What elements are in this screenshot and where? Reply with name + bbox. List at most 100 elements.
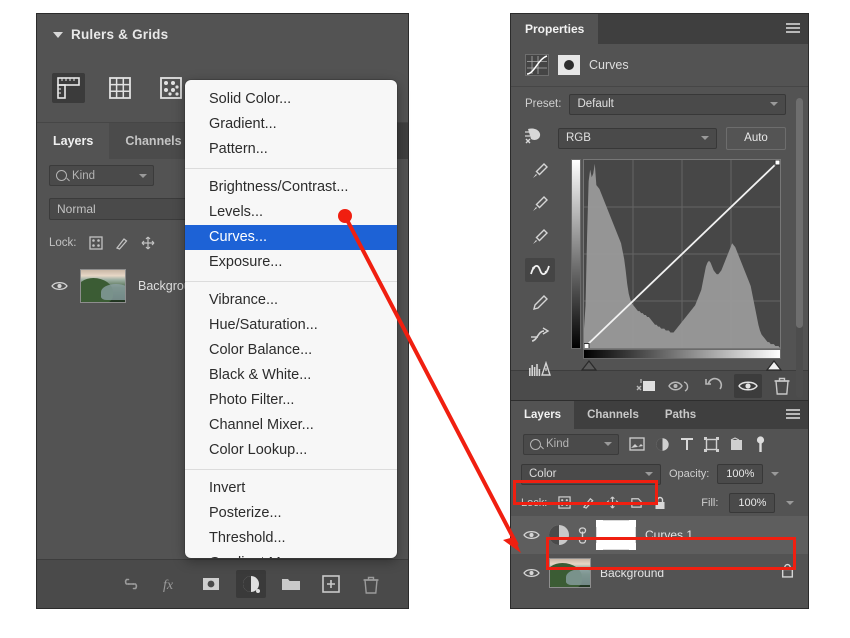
new-adjustment-layer-icon[interactable] (236, 570, 266, 598)
filter-adjustment-icon[interactable] (655, 437, 670, 452)
filter-type-icon[interactable] (680, 437, 694, 451)
curves-graph[interactable] (583, 159, 781, 349)
reset-icon[interactable] (700, 374, 728, 398)
filter-smart-object-icon[interactable] (729, 436, 744, 452)
menu-item-threshold[interactable]: Threshold... (185, 526, 397, 551)
smooth-curve-tool-icon[interactable] (525, 324, 555, 348)
layers-blend-mode-select[interactable]: Color (521, 463, 661, 485)
properties-scrollbar[interactable] (796, 98, 803, 398)
left-kind-filter[interactable]: Kind (49, 165, 154, 186)
link-layers-icon[interactable] (116, 570, 146, 598)
menu-item-posterize[interactable]: Posterize... (185, 501, 397, 526)
table-row[interactable]: Background (511, 554, 808, 592)
transparency-grid-tool-icon[interactable] (154, 73, 187, 103)
curve-point-tool-icon[interactable] (525, 258, 555, 282)
layers-lock-row: Lock: Fill: 100% (511, 489, 808, 516)
layer-thumbnail[interactable] (549, 558, 591, 588)
tab-layers[interactable]: Layers (37, 123, 110, 159)
layer-thumbnail (80, 269, 126, 303)
lock-image-pixels-icon[interactable] (115, 236, 129, 250)
menu-item-color-lookup[interactable]: Color Lookup... (185, 438, 397, 463)
adjustment-layer-context-menu[interactable]: Solid Color... Gradient... Pattern... Br… (185, 80, 397, 558)
grid-tool-icon[interactable] (103, 73, 136, 103)
eye-icon[interactable] (51, 280, 68, 292)
tab-layers[interactable]: Layers (511, 401, 575, 429)
menu-item-invert[interactable]: Invert (185, 476, 397, 501)
chevron-down-icon[interactable] (771, 472, 780, 476)
opacity-value[interactable]: 100% (717, 464, 764, 484)
chevron-down-icon[interactable] (604, 442, 612, 446)
preset-select[interactable]: Default (569, 93, 786, 115)
delete-layer-trash-icon[interactable] (356, 570, 386, 598)
menu-item-solid-color[interactable]: Solid Color... (185, 87, 397, 112)
white-point-slider[interactable] (765, 358, 783, 376)
layer-mask-thumbnail[interactable] (596, 520, 636, 550)
output-gradient-bar (571, 159, 581, 349)
panel-menu-icon[interactable] (786, 23, 800, 34)
on-image-adjustment-icon[interactable] (523, 125, 549, 152)
pencil-tool-icon[interactable] (525, 291, 555, 315)
menu-item-hue-saturation[interactable]: Hue/Saturation... (185, 313, 397, 338)
new-layer-plus-icon[interactable] (316, 570, 346, 598)
link-mask-icon[interactable] (578, 526, 587, 544)
ruler-tool-icon[interactable] (52, 73, 85, 103)
menu-item-channel-mixer[interactable]: Channel Mixer... (185, 413, 397, 438)
rulers-and-grids-header[interactable]: Rulers & Grids (37, 14, 408, 54)
menu-item-gradient-map[interactable]: Gradient Map... (185, 551, 397, 558)
delete-adjustment-trash-icon[interactable] (768, 374, 796, 398)
sample-image-eyedropper-icon[interactable] (525, 159, 555, 183)
toggle-visibility-icon[interactable] (734, 373, 762, 398)
menu-item-vibrance[interactable]: Vibrance... (185, 288, 397, 313)
chevron-down-icon[interactable] (645, 472, 653, 476)
gray-point-eyedropper-icon[interactable] (525, 225, 555, 249)
menu-item-photo-filter[interactable]: Photo Filter... (185, 388, 397, 413)
clip-to-layer-icon[interactable] (632, 374, 660, 398)
lock-all-icon[interactable] (654, 496, 666, 510)
tab-paths[interactable]: Paths (652, 401, 709, 429)
histogram-options-icon[interactable] (525, 357, 555, 381)
menu-item-black-and-white[interactable]: Black & White... (185, 363, 397, 388)
auto-button[interactable]: Auto (726, 126, 786, 150)
eye-icon[interactable] (523, 529, 540, 541)
eye-icon[interactable] (523, 567, 540, 579)
menu-item-color-balance[interactable]: Color Balance... (185, 338, 397, 363)
channel-select[interactable]: RGB (558, 127, 717, 149)
menu-item-exposure[interactable]: Exposure... (185, 250, 397, 275)
lock-transparent-pixels-icon[interactable] (558, 496, 571, 509)
channel-value: RGB (566, 132, 591, 144)
menu-item-pattern[interactable]: Pattern... (185, 137, 397, 162)
chevron-down-icon[interactable] (701, 136, 709, 140)
chevron-down-icon[interactable] (139, 173, 147, 178)
black-point-slider[interactable] (580, 358, 598, 376)
chevron-down-icon[interactable] (53, 32, 63, 38)
menu-item-gradient[interactable]: Gradient... (185, 112, 397, 137)
layers-kind-filter[interactable]: Kind (523, 433, 619, 455)
tab-properties[interactable]: Properties (511, 14, 599, 44)
view-previous-state-icon[interactable] (666, 374, 694, 398)
toggle-filter-icon[interactable] (754, 435, 767, 453)
photoshop-screenshot: Rulers & Grids Layers Channels Kind Norm… (0, 0, 850, 638)
lock-transparent-pixels-icon[interactable] (88, 236, 103, 250)
lock-artboard-icon[interactable] (630, 496, 643, 509)
tab-channels[interactable]: Channels (574, 401, 652, 429)
chevron-down-icon[interactable] (786, 500, 795, 505)
panel-menu-icon[interactable] (786, 409, 800, 420)
lock-image-pixels-icon[interactable] (582, 496, 595, 509)
scrollbar-thumb[interactable] (796, 98, 803, 328)
chevron-down-icon[interactable] (770, 102, 778, 106)
black-point-eyedropper-icon[interactable] (525, 192, 555, 216)
filter-shape-icon[interactable] (704, 436, 719, 452)
menu-item-curves[interactable]: Curves... (185, 225, 397, 250)
layer-style-fx-icon[interactable]: fx (156, 570, 186, 598)
lock-position-icon[interactable] (606, 496, 619, 509)
filter-image-icon[interactable] (629, 437, 645, 451)
menu-item-levels[interactable]: Levels... (185, 200, 397, 225)
lock-position-icon[interactable] (141, 236, 155, 250)
add-layer-mask-icon[interactable] (196, 570, 226, 598)
adjustment-layer-icon (549, 525, 569, 545)
menu-separator (185, 168, 397, 169)
table-row[interactable]: Curves 1 (511, 516, 808, 554)
new-group-folder-icon[interactable] (276, 570, 306, 598)
menu-item-brightness-contrast[interactable]: Brightness/Contrast... (185, 175, 397, 200)
fill-value[interactable]: 100% (729, 492, 776, 513)
